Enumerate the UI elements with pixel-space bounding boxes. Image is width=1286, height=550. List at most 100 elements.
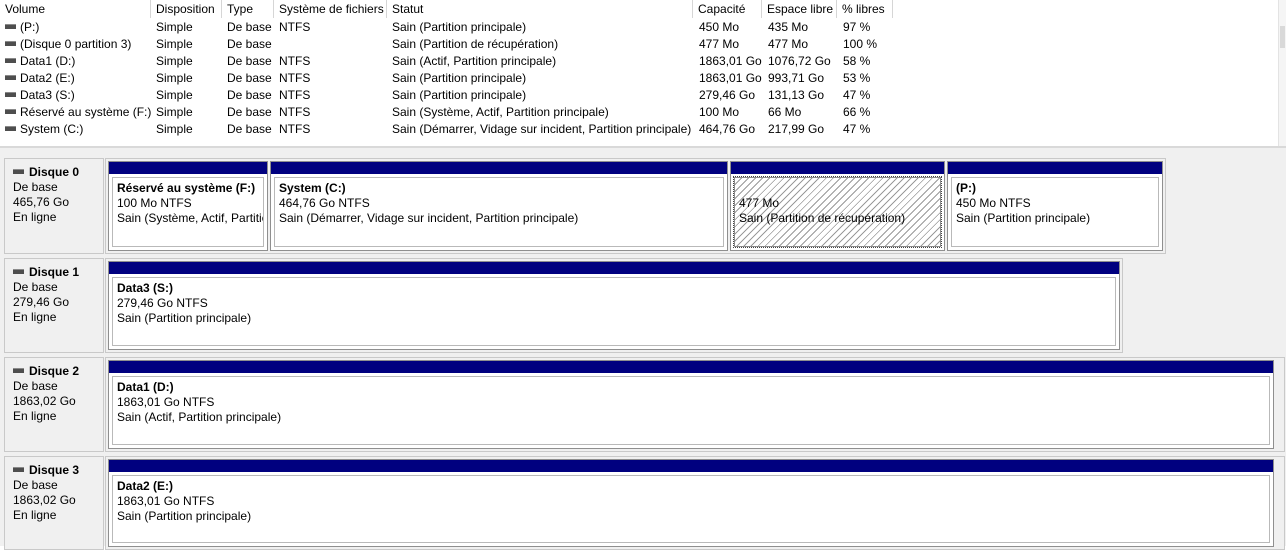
cell-free-space: 477 Mo (768, 36, 837, 53)
partition-block[interactable]: (P:) 450 Mo NTFS Sain (Partition principal… (947, 161, 1163, 251)
partition-status: Sain (Démarrer, Vidage sur incident, Par… (279, 211, 579, 225)
cell-volume: Data3 (S:) (5, 87, 151, 104)
cell-capacity: 464,76 Go (699, 121, 762, 138)
drive-icon (5, 126, 16, 132)
cell-disposition-text: Simple (156, 54, 193, 68)
partition-status: Sain (Partition de récupération) (739, 211, 906, 225)
disk-label-2[interactable]: Disque 2 De base 1863,02 Go En ligne (4, 357, 104, 452)
partition-header-bar (948, 162, 1162, 174)
cell-filesystem: NTFS (279, 87, 387, 104)
cell-capacity-text: 1863,01 Go (699, 71, 762, 85)
cell-volume: Data1 (D:) (5, 53, 151, 70)
cell-free-space: 131,13 Go (768, 87, 837, 104)
cell-volume-text: Data1 (D:) (20, 54, 76, 68)
cell-capacity: 279,46 Go (699, 87, 762, 104)
partition-header-bar (731, 162, 944, 174)
cell-type-text: De base (227, 88, 272, 102)
cell-free-space-text: 435 Mo (768, 20, 809, 34)
cell-percent-free: 58 % (843, 53, 893, 70)
cell-volume-text: Data2 (E:) (20, 71, 75, 85)
cell-disposition-text: Simple (156, 122, 193, 136)
partition-block[interactable]: 477 Mo Sain (Partition de récupération) (730, 161, 945, 251)
column-header-filesystem[interactable]: Système de fichiers (274, 0, 387, 18)
partition-name (739, 181, 940, 196)
volume-row[interactable]: (P:) Simple De base NTFS Sain (Partition pri… (0, 19, 893, 36)
cell-type: De base (227, 87, 274, 104)
cell-percent-free-text: 97 % (843, 20, 871, 34)
column-header-status[interactable]: Statut (387, 0, 693, 18)
column-header-volume[interactable]: Volume (0, 0, 151, 18)
cell-volume-text: Data3 (S:) (20, 88, 75, 102)
volume-list-scrollbar[interactable] (1278, 0, 1286, 146)
column-header-percent-free[interactable]: % libres (837, 0, 893, 18)
partition-block[interactable]: Data3 (S:) 279,46 Go NTFS Sain (Partition … (108, 261, 1120, 350)
cell-disposition-text: Simple (156, 88, 193, 102)
volume-row[interactable]: Réservé au système (F:) Simple De base NTFS… (0, 104, 893, 121)
disk-type: De base (13, 280, 58, 294)
disk-size: 1863,02 Go (13, 394, 76, 408)
cell-status: Sain (Partition principale) (392, 87, 693, 104)
partition-size: 477 Mo (739, 196, 780, 210)
disk-size: 1863,02 Go (13, 493, 76, 507)
cell-type-text: De base (227, 122, 272, 136)
cell-type: De base (227, 36, 274, 53)
disk-name-text: Disque 1 (29, 265, 80, 279)
partition-block[interactable]: Réservé au système (F:) 100 Mo NTFS Sain (… (108, 161, 268, 251)
cell-filesystem: NTFS (279, 19, 387, 36)
cell-status: Sain (Partition de récupération) (392, 36, 693, 53)
cell-free-space-text: 217,99 Go (768, 122, 825, 136)
volume-list[interactable]: Volume Disposition Type Système de fichi… (0, 0, 1286, 146)
cell-capacity: 1863,01 Go (699, 70, 762, 87)
cell-free-space: 993,71 Go (768, 70, 837, 87)
volume-row[interactable]: (Disque 0 partition 3) Simple De base Sain … (0, 36, 893, 53)
cell-free-space-text: 131,13 Go (768, 88, 825, 102)
column-header-free-space[interactable]: Espace libre (762, 0, 837, 18)
disk-partition-area-0: Réservé au système (F:) 100 Mo NTFS Sain (… (105, 158, 1166, 254)
volume-row[interactable]: Data1 (D:) Simple De base NTFS Sain (Actif, … (0, 53, 893, 70)
partition-status: Sain (Partition principale) (956, 211, 1091, 225)
cell-status-text: Sain (Actif, Partition principale) (392, 54, 557, 68)
cell-percent-free: 47 % (843, 121, 893, 138)
cell-type: De base (227, 19, 274, 36)
scrollbar-thumb[interactable] (1280, 26, 1285, 48)
partition-block[interactable]: Data1 (D:) 1863,01 Go NTFS Sain (Actif, Pa… (108, 360, 1274, 449)
disk-size: 279,46 Go (13, 295, 70, 309)
cell-disposition: Simple (156, 121, 222, 138)
disk-icon (13, 368, 24, 373)
column-header-capacity[interactable]: Capacité (693, 0, 762, 18)
disk-label-3[interactable]: Disque 3 De base 1863,02 Go En ligne (4, 456, 104, 550)
cell-disposition: Simple (156, 36, 222, 53)
volume-row[interactable]: System (C:) Simple De base NTFS Sain (Démarr… (0, 121, 893, 138)
cell-capacity-text: 1863,01 Go (699, 54, 762, 68)
disk-name: Disque 3 (13, 463, 103, 478)
cell-type-text: De base (227, 37, 272, 51)
partition-block[interactable]: Data2 (E:) 1863,01 Go NTFS Sain (Partition… (108, 459, 1274, 547)
cell-status: Sain (Actif, Partition principale) (392, 53, 693, 70)
cell-status-text: Sain (Système, Actif, Partition principa… (392, 105, 609, 119)
cell-volume-text: System (C:) (20, 122, 84, 136)
column-header-type[interactable]: Type (222, 0, 274, 18)
drive-icon (5, 41, 16, 47)
drive-icon (5, 92, 16, 98)
disk-label-0[interactable]: Disque 0 De base 465,76 Go En ligne (4, 158, 104, 254)
partition-size: 1863,01 Go NTFS (117, 494, 215, 508)
partition-block[interactable]: System (C:) 464,76 Go NTFS Sain (Démarrer,… (270, 161, 728, 251)
partition-size: 450 Mo NTFS (956, 196, 1031, 210)
cell-disposition-text: Simple (156, 20, 193, 34)
disk-label-1[interactable]: Disque 1 De base 279,46 Go En ligne (4, 258, 104, 353)
cell-free-space: 1076,72 Go (768, 53, 837, 70)
disk-graphical-view: Disque 0 De base 465,76 Go En ligne Réservé … (0, 146, 1286, 550)
cell-status-text: Sain (Partition de récupération) (392, 37, 559, 51)
disk-name-text: Disque 2 (29, 364, 80, 378)
volume-row[interactable]: Data3 (S:) Simple De base NTFS Sain (Partiti… (0, 87, 893, 104)
disk-icon (13, 269, 24, 274)
partition-status: Sain (Actif, Partition principale) (117, 410, 282, 424)
cell-capacity-text: 279,46 Go (699, 88, 756, 102)
partition-details: Réservé au système (F:) 100 Mo NTFS Sain (… (112, 177, 264, 247)
volume-row[interactable]: Data2 (E:) Simple De base NTFS Sain (Partiti… (0, 70, 893, 87)
column-header-disposition[interactable]: Disposition (151, 0, 222, 18)
cell-type-text: De base (227, 71, 272, 85)
cell-percent-free-text: 47 % (843, 88, 871, 102)
cell-filesystem-text: NTFS (279, 54, 311, 68)
cell-capacity: 450 Mo (699, 19, 762, 36)
